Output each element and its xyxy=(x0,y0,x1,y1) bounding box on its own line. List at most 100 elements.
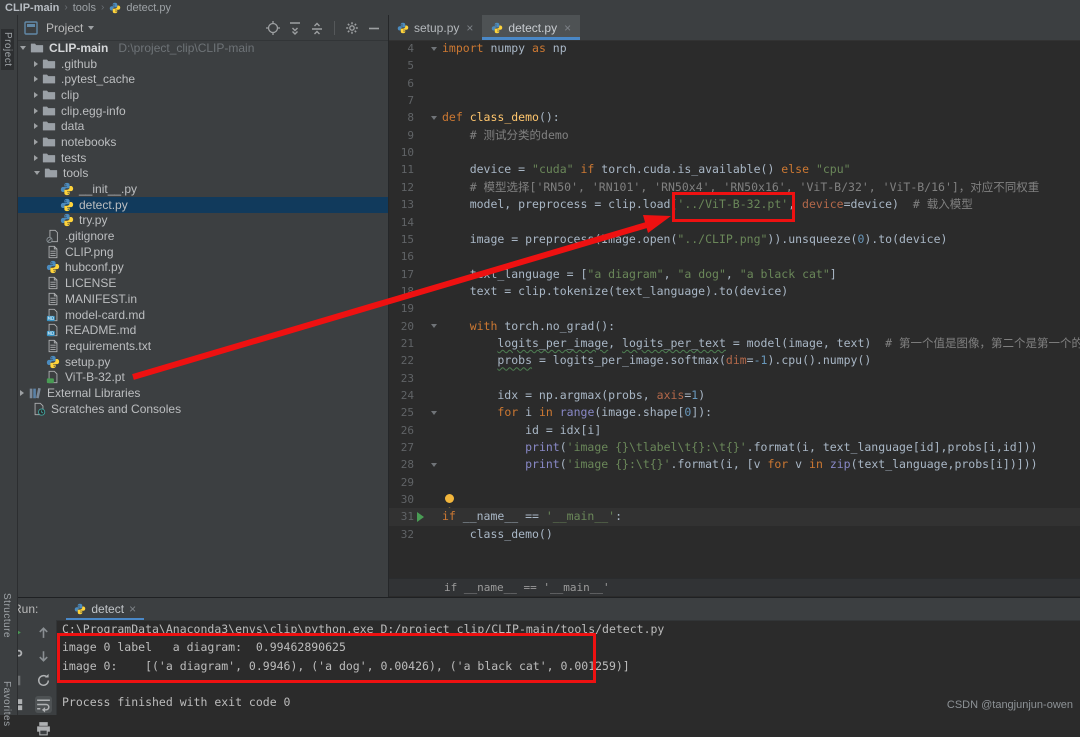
code-line-32: class_demo() xyxy=(442,526,553,543)
line-number: 12 xyxy=(388,179,414,196)
fold-marker-icon[interactable] xyxy=(431,40,439,57)
tree-item-clip-png[interactable]: CLIP.png xyxy=(17,244,388,260)
tree-item-setup-py[interactable]: setup.py xyxy=(17,354,388,370)
tree-item-data[interactable]: data xyxy=(17,118,388,134)
tree-item-license[interactable]: LICENSE xyxy=(17,275,388,291)
folder-icon xyxy=(42,119,56,133)
tree-item--pytest-cache[interactable]: .pytest_cache xyxy=(17,71,388,87)
collapse-all-icon[interactable] xyxy=(309,20,325,36)
tree-item-label: .gitignore xyxy=(65,229,114,243)
crosshair-icon[interactable] xyxy=(265,20,281,36)
stripe-structure-button[interactable]: Structure xyxy=(1,593,12,638)
folder-icon xyxy=(44,166,58,180)
run-tab-label: detect xyxy=(91,602,124,616)
tree-item-path-hint: D:\project_clip\CLIP-main xyxy=(118,41,254,55)
close-icon[interactable]: × xyxy=(466,21,473,35)
python-file-icon xyxy=(74,603,86,615)
chevron-right-icon[interactable] xyxy=(34,155,38,161)
tree-item-label: LICENSE xyxy=(65,276,116,290)
close-icon[interactable]: × xyxy=(564,21,571,35)
tree-item-manifest-in[interactable]: MANIFEST.in xyxy=(17,291,388,307)
tree-item-notebooks[interactable]: notebooks xyxy=(17,134,388,150)
tree-item-label: data xyxy=(61,119,84,133)
stripe-favorites-button[interactable]: Favorites xyxy=(1,681,12,727)
chevron-down-icon[interactable] xyxy=(34,171,40,175)
line-number: 11 xyxy=(388,161,414,178)
tree-item-tools[interactable]: tools xyxy=(17,166,388,182)
chevron-right-icon[interactable] xyxy=(34,108,38,114)
line-number: 20 xyxy=(388,318,414,335)
tree-item-clip[interactable]: clip xyxy=(17,87,388,103)
up-arrow-icon[interactable] xyxy=(35,624,52,641)
intention-bulb-icon[interactable] xyxy=(445,494,454,503)
line-number: 17 xyxy=(388,266,414,283)
python-icon xyxy=(491,22,503,34)
chevron-right-icon[interactable] xyxy=(34,76,38,82)
breadcrumb-project[interactable]: CLIP-main xyxy=(5,2,59,14)
rerun-icon[interactable] xyxy=(35,672,52,689)
chevron-right-icon[interactable] xyxy=(34,123,38,129)
console-line xyxy=(62,675,664,693)
run-gutter-icon[interactable] xyxy=(417,512,424,522)
line-number: 28 xyxy=(388,456,414,473)
editor-tabbar: setup.py×detect.py× xyxy=(388,15,1080,41)
fold-marker-icon[interactable] xyxy=(431,456,439,473)
tree-item-try-py[interactable]: try.py xyxy=(17,213,388,229)
editor-tab-setup-py[interactable]: setup.py× xyxy=(388,15,482,40)
chevron-right-icon[interactable] xyxy=(34,61,38,67)
tree-item-hubconf-py[interactable]: hubconf.py xyxy=(17,260,388,276)
tree-item-external-libraries[interactable]: External Libraries xyxy=(17,385,388,401)
tree-item-label: hubconf.py xyxy=(65,260,124,274)
chevron-right-icon[interactable] xyxy=(34,139,38,145)
tree-item-clip-main[interactable]: CLIP-main D:\project_clip\CLIP-main xyxy=(17,40,388,56)
code-line-4: import numpy as np xyxy=(442,40,567,57)
expand-all-icon[interactable] xyxy=(287,20,303,36)
breadcrumb-tools[interactable]: tools xyxy=(73,2,96,14)
line-number: 32 xyxy=(388,526,414,543)
softwrap-icon[interactable] xyxy=(35,696,52,713)
minimize-icon[interactable] xyxy=(366,20,382,36)
fold-marker-icon[interactable] xyxy=(431,109,439,126)
breadcrumb-file[interactable]: detect.py xyxy=(126,2,171,14)
down-arrow-icon[interactable] xyxy=(35,648,52,665)
chevron-down-icon[interactable] xyxy=(20,46,26,50)
line-number: 22 xyxy=(388,352,414,369)
tree-item-tests[interactable]: tests xyxy=(17,150,388,166)
tree-item-detect-py[interactable]: detect.py xyxy=(17,197,388,213)
project-panel-title[interactable]: Project xyxy=(46,21,83,35)
line-number: 25 xyxy=(388,404,414,421)
console-line: Process finished with exit code 0 xyxy=(62,693,664,711)
tree-item-scratches-and-consoles[interactable]: Scratches and Consoles xyxy=(17,401,388,417)
tree-item-vit-b-32-pt[interactable]: ViT-B-32.pt xyxy=(17,369,388,385)
tree-item--gitignore[interactable]: .gitignore xyxy=(17,228,388,244)
fold-marker-icon[interactable] xyxy=(431,318,439,335)
code-line-17: text_language = ["a diagram", "a dog", "… xyxy=(442,266,837,283)
run-console[interactable]: C:\ProgramData\Anaconda3\envs\clip\pytho… xyxy=(62,620,664,711)
tree-item-readme-md[interactable]: MDREADME.md xyxy=(17,322,388,338)
tree-item-label: CLIP-main xyxy=(49,41,108,55)
tree-item--init-py[interactable]: __init__.py xyxy=(17,181,388,197)
printer-icon[interactable] xyxy=(35,720,52,737)
editor-tab-detect-py[interactable]: detect.py× xyxy=(482,15,580,40)
close-icon[interactable]: × xyxy=(129,602,136,616)
chevron-right-icon[interactable] xyxy=(20,390,24,396)
fold-marker-icon[interactable] xyxy=(431,404,439,421)
chevron-right-icon[interactable] xyxy=(34,92,38,98)
tree-item-requirements-txt[interactable]: requirements.txt xyxy=(17,338,388,354)
code-area[interactable]: 4import numpy as np5678def class_demo():… xyxy=(388,40,1080,560)
run-tab-detect[interactable]: detect × xyxy=(66,598,144,620)
tree-item-model-card-md[interactable]: MDmodel-card.md xyxy=(17,307,388,323)
code-line-8: def class_demo(): xyxy=(442,109,560,126)
code-line-18: text = clip.tokenize(text_language).to(d… xyxy=(442,283,788,300)
breadcrumb-separator: › xyxy=(101,2,104,13)
project-panel-header: Project xyxy=(17,15,388,41)
tree-item-label: notebooks xyxy=(61,135,116,149)
tree-item-label: External Libraries xyxy=(47,386,140,400)
code-line-13: model, preprocess = clip.load('../ViT-B-… xyxy=(442,196,973,213)
gear-icon[interactable] xyxy=(344,20,360,36)
stripe-project-button[interactable]: Project xyxy=(1,29,14,70)
chevron-down-icon[interactable] xyxy=(88,26,94,30)
line-number: 16 xyxy=(388,248,414,265)
tree-item-clip-egg-info[interactable]: clip.egg-info xyxy=(17,103,388,119)
tree-item--github[interactable]: .github xyxy=(17,56,388,72)
